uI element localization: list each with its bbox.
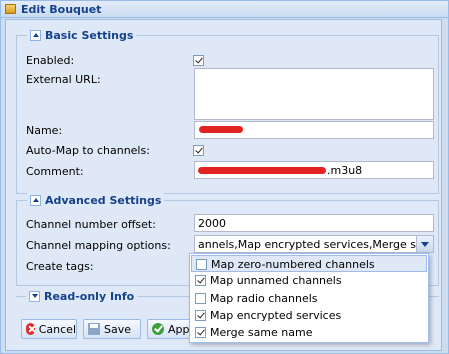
window-titlebar[interactable]: Edit Bouquet — [1, 1, 448, 18]
dropdown-option[interactable]: Map radio channels — [191, 290, 427, 307]
dropdown-option[interactable]: Map encrypted services — [191, 307, 427, 324]
readonly-info-title: Read-only Info — [44, 289, 135, 303]
save-label: Save — [104, 322, 132, 336]
create-tags-label: Create tags: — [26, 260, 94, 273]
option-label: Map encrypted services — [210, 309, 342, 322]
mapping-options-combo[interactable]: annels,Map encrypted services,Merge same… — [194, 235, 434, 253]
option-label: Map radio channels — [210, 292, 318, 305]
dropdown-option[interactable]: Map unnamed channels — [191, 272, 427, 289]
option-label: Map zero-numbered channels — [211, 258, 375, 271]
advanced-settings-legend[interactable]: Advanced Settings — [27, 193, 165, 207]
option-checkbox[interactable] — [195, 327, 206, 338]
expand-icon[interactable] — [29, 290, 40, 302]
channel-offset-input[interactable]: 2000 — [194, 214, 434, 232]
mapping-label: Channel mapping options: — [26, 239, 171, 252]
mapping-options-value: annels,Map encrypted services,Merge same… — [198, 238, 433, 251]
cancel-button[interactable]: Cancel — [21, 319, 77, 339]
readonly-info-legend[interactable]: Read-only Info — [26, 289, 138, 303]
chevron-down-icon[interactable] — [416, 236, 433, 252]
advanced-settings-title: Advanced Settings — [45, 193, 162, 207]
redaction-mark — [199, 126, 243, 133]
collapse-icon[interactable] — [30, 194, 41, 206]
bouquet-icon — [5, 4, 16, 14]
basic-settings-title: Basic Settings — [45, 28, 134, 42]
basic-settings-legend[interactable]: Basic Settings — [27, 28, 137, 42]
external-url-label: External URL: — [26, 73, 101, 86]
option-label: Map unnamed channels — [210, 274, 342, 287]
automap-checkbox[interactable] — [193, 145, 204, 156]
apply-label: App — [168, 322, 190, 336]
comment-field[interactable]: .m3u8 — [194, 161, 434, 179]
option-checkbox[interactable] — [195, 310, 206, 321]
mapping-options-dropdown: Map zero-numbered channels Map unnamed c… — [189, 253, 429, 343]
cancel-icon — [26, 323, 35, 335]
name-field[interactable] — [194, 121, 434, 139]
option-checkbox[interactable] — [195, 275, 206, 286]
dropdown-option[interactable]: Map zero-numbered channels — [191, 255, 427, 272]
external-url-textarea[interactable] — [194, 68, 434, 120]
enabled-checkbox[interactable] — [193, 55, 204, 66]
cancel-label: Cancel — [38, 322, 76, 336]
dropdown-option[interactable]: Merge same name — [191, 324, 427, 341]
apply-button[interactable]: App — [147, 319, 191, 339]
automap-label: Auto-Map to channels: — [26, 144, 150, 157]
offset-label: Channel number offset: — [26, 218, 156, 231]
apply-icon — [152, 323, 164, 335]
comment-visible-text: .m3u8 — [327, 164, 363, 177]
save-button[interactable]: Save — [83, 319, 141, 339]
collapse-icon[interactable] — [30, 29, 41, 41]
edit-bouquet-window: Edit Bouquet Basic Settings Enabled: Ext… — [0, 0, 449, 354]
name-label: Name: — [26, 124, 63, 137]
comment-label: Comment: — [26, 165, 84, 178]
save-icon — [88, 323, 100, 335]
enabled-label: Enabled: — [26, 54, 75, 67]
option-checkbox[interactable] — [195, 293, 206, 304]
option-checkbox[interactable] — [196, 259, 207, 270]
window-title: Edit Bouquet — [21, 3, 102, 16]
redaction-mark — [198, 167, 326, 174]
option-label: Merge same name — [210, 326, 313, 339]
